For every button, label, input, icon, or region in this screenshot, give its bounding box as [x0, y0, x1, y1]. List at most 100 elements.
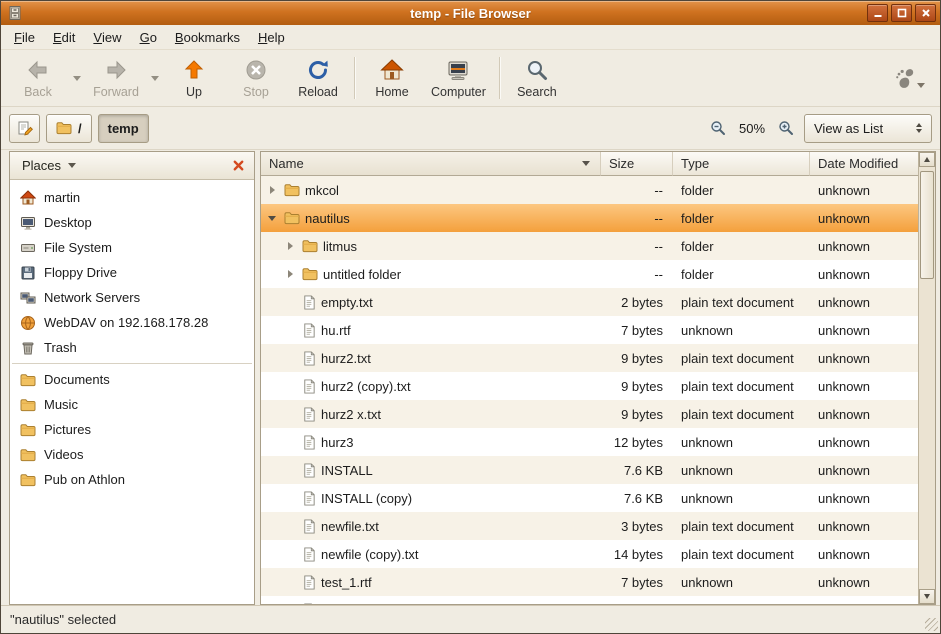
name-cell: mkcol [261, 176, 601, 204]
menu-file[interactable]: File [5, 25, 44, 49]
folder-icon [20, 473, 36, 487]
column-header-name[interactable]: Name [261, 152, 601, 176]
modified-cell: unknown [810, 344, 918, 372]
file-row-newfile-txt[interactable]: newfile.txt3 bytesplain text documentunk… [261, 512, 918, 540]
sidebar-item-floppy-drive[interactable]: Floppy Drive [10, 260, 254, 285]
sidebar-item-pub-on-athlon[interactable]: Pub on Athlon [10, 467, 254, 492]
modified-cell: unknown [810, 372, 918, 400]
sidebar-item-network-servers[interactable]: Network Servers [10, 285, 254, 310]
folder-icon [302, 239, 318, 253]
file-row-empty-txt[interactable]: empty.txt2 bytesplain text documentunkno… [261, 288, 918, 316]
title-bar[interactable]: temp - File Browser [1, 1, 940, 25]
sidebar-item-documents[interactable]: Documents [10, 367, 254, 392]
sidebar-item-desktop[interactable]: Desktop [10, 210, 254, 235]
scroll-up-button[interactable] [919, 152, 935, 167]
file-row-hu-rtf[interactable]: hu.rtf7 bytesunknownunknown [261, 316, 918, 344]
sidebar-item-music[interactable]: Music [10, 392, 254, 417]
file-row-nautilus[interactable]: nautilus--folderunknown [261, 204, 918, 232]
vertical-scrollbar[interactable] [918, 152, 935, 604]
toggle-location-entry-button[interactable] [9, 114, 40, 143]
up-icon [182, 58, 206, 82]
sidebar-item-martin[interactable]: martin [10, 185, 254, 210]
combo-arrows-icon [916, 123, 922, 133]
close-side-pane-button[interactable] [229, 157, 248, 174]
name-cell: nautilus [261, 204, 601, 232]
column-header-date-modified[interactable]: Date Modified [810, 152, 918, 176]
file-name: hu.rtf [321, 323, 351, 338]
column-header-label: Date Modified [818, 156, 898, 171]
file-row-litmus[interactable]: litmus--folderunknown [261, 232, 918, 260]
scrollbar-thumb[interactable] [920, 171, 934, 279]
name-cell: newfile.txt [261, 512, 601, 540]
scroll-down-button[interactable] [919, 589, 935, 604]
sidebar-item-file-system[interactable]: File System [10, 235, 254, 260]
text-file-icon [302, 603, 316, 605]
computer-button[interactable]: Computer [423, 54, 494, 102]
file-row-untitled-folder-2-[interactable]: untitled folder (2)1.7 KBunknownunknown [261, 596, 918, 604]
back-button: Back [7, 54, 69, 102]
reload-button[interactable]: Reload [287, 54, 349, 102]
file-row-hurz2-copy-txt[interactable]: hurz2 (copy).txt9 bytesplain text docume… [261, 372, 918, 400]
sidebar-separator [12, 363, 252, 364]
forward-history-dropdown[interactable] [147, 63, 163, 93]
expander-spacer [283, 295, 297, 309]
sidebar-item-videos[interactable]: Videos [10, 442, 254, 467]
column-header-size[interactable]: Size [601, 152, 673, 176]
menu-edit[interactable]: Edit [44, 25, 84, 49]
folder-icon [284, 183, 300, 197]
back-history-dropdown[interactable] [69, 63, 85, 93]
places-selector[interactable]: Places [16, 156, 82, 175]
file-row-untitled-folder[interactable]: untitled folder--folderunknown [261, 260, 918, 288]
expand-expander-icon[interactable] [265, 183, 279, 197]
menu-bookmarks[interactable]: Bookmarks [166, 25, 249, 49]
path-button-root[interactable]: / [46, 114, 92, 143]
size-cell: 7 bytes [601, 316, 673, 344]
scrollbar-track[interactable] [919, 167, 935, 589]
file-row-hurz2-x-txt[interactable]: hurz2 x.txt9 bytesplain text documentunk… [261, 400, 918, 428]
column-header-type[interactable]: Type [673, 152, 810, 176]
resize-grip[interactable] [925, 618, 938, 631]
name-cell: litmus [261, 232, 601, 260]
folder-icon [56, 121, 72, 135]
sort-indicator-icon [582, 161, 590, 166]
column-header-label: Type [681, 156, 709, 171]
size-cell: -- [601, 176, 673, 204]
gnome-logo[interactable] [892, 64, 928, 93]
minimize-button[interactable] [867, 4, 888, 22]
path-button-current[interactable]: temp [98, 114, 149, 143]
file-row-hurz3[interactable]: hurz312 bytesunknownunknown [261, 428, 918, 456]
file-row-newfile-copy-txt[interactable]: newfile (copy).txt14 bytesplain text doc… [261, 540, 918, 568]
search-button[interactable]: Search [506, 54, 568, 102]
up-button[interactable]: Up [163, 54, 225, 102]
zoom-out-button[interactable] [706, 118, 730, 138]
file-row-hurz2-txt[interactable]: hurz2.txt9 bytesplain text documentunkno… [261, 344, 918, 372]
file-row-mkcol[interactable]: mkcol--folderunknown [261, 176, 918, 204]
sidebar-item-label: Pub on Athlon [44, 472, 125, 487]
menu-help[interactable]: Help [249, 25, 294, 49]
sidebar-item-webdav-on-192-168-178-28[interactable]: WebDAV on 192.168.178.28 [10, 310, 254, 335]
sidebar-item-trash[interactable]: Trash [10, 335, 254, 360]
maximize-button[interactable] [891, 4, 912, 22]
expand-expander-icon[interactable] [283, 267, 297, 281]
expander-spacer [283, 435, 297, 449]
close-button[interactable] [915, 4, 936, 22]
collapse-expander-icon[interactable] [265, 211, 279, 225]
menu-view[interactable]: View [84, 25, 130, 49]
toolbar-button-label: Up [186, 85, 202, 99]
zoom-in-button[interactable] [774, 118, 798, 138]
file-row-test-1-rtf[interactable]: test_1.rtf7 bytesunknownunknown [261, 568, 918, 596]
toolbar-button-label: Forward [93, 85, 139, 99]
view-as-selector[interactable]: View as List [804, 114, 932, 143]
expander-spacer [283, 407, 297, 421]
expand-expander-icon[interactable] [283, 239, 297, 253]
home-icon [380, 58, 404, 82]
file-row-install-copy-[interactable]: INSTALL (copy)7.6 KBunknownunknown [261, 484, 918, 512]
file-name: newfile.txt [321, 519, 379, 534]
sidebar-item-pictures[interactable]: Pictures [10, 417, 254, 442]
menu-go[interactable]: Go [131, 25, 166, 49]
toolbar-button-label: Computer [431, 85, 486, 99]
home-button[interactable]: Home [361, 54, 423, 102]
modified-cell: unknown [810, 512, 918, 540]
file-row-install[interactable]: INSTALL7.6 KBunknownunknown [261, 456, 918, 484]
modified-cell: unknown [810, 260, 918, 288]
